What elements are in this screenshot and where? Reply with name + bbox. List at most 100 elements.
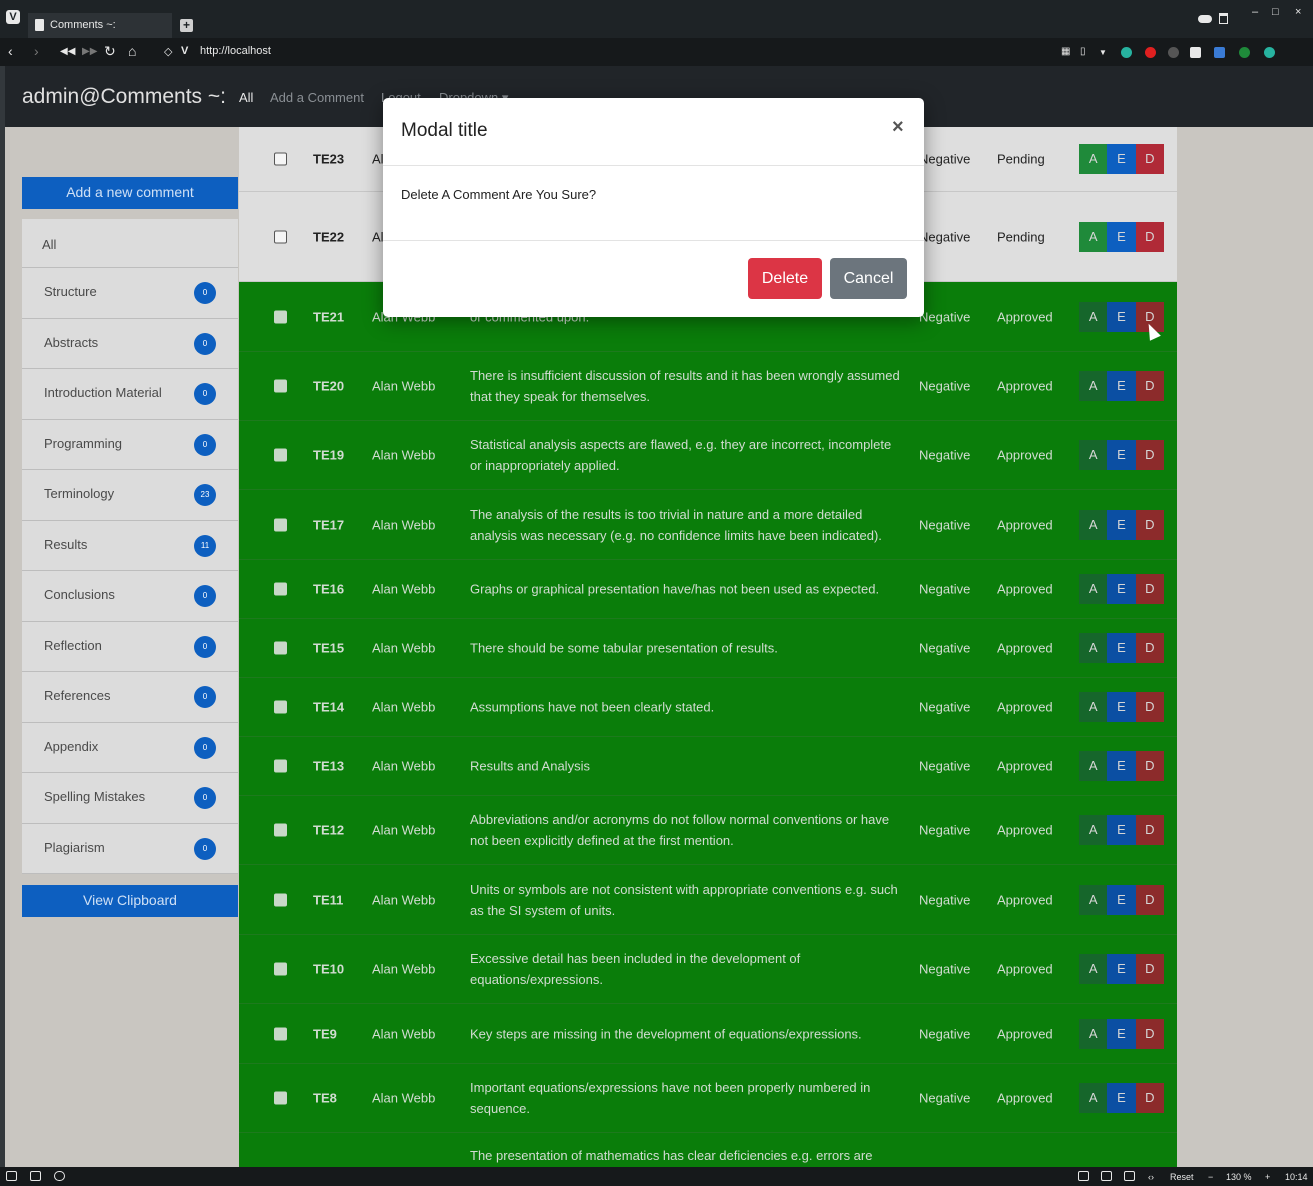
reload-icon[interactable]: ↻ [104, 43, 116, 60]
row-checkbox[interactable] [274, 152, 287, 166]
category-conclusions[interactable]: Conclusions 0 [22, 571, 238, 622]
category-abstracts[interactable]: Abstracts 0 [22, 318, 238, 369]
row-checkbox[interactable] [274, 448, 287, 462]
zoom-reset[interactable]: Reset [1170, 1172, 1194, 1182]
home-icon[interactable]: ⌂ [128, 43, 136, 59]
category-appendix[interactable]: Appendix 0 [22, 722, 238, 773]
category-results[interactable]: Results 11 [22, 520, 238, 571]
edit-button[interactable]: E [1107, 301, 1136, 332]
extension-teal-icon[interactable] [1264, 47, 1275, 58]
nav-add-comment[interactable]: Add a Comment [270, 90, 364, 105]
row-checkbox[interactable] [274, 1091, 287, 1105]
back-icon[interactable]: ‹ [8, 43, 13, 59]
delete-row-button[interactable]: D [1135, 884, 1164, 915]
browser-tab[interactable]: Comments ~: [28, 13, 172, 38]
maximize-icon[interactable]: □ [1272, 6, 1279, 18]
extension-panel-icon[interactable] [1190, 47, 1201, 58]
delete-row-button[interactable]: D [1135, 751, 1164, 781]
panel-toggle-icon[interactable] [6, 1171, 17, 1181]
dropdown-icon[interactable]: ▼ [1099, 48, 1107, 57]
row-checkbox[interactable] [274, 700, 287, 714]
approve-button[interactable]: A [1079, 815, 1108, 845]
minimize-icon[interactable]: – [1252, 6, 1258, 18]
cloud-icon[interactable] [1198, 15, 1212, 23]
category-programming[interactable]: Programming 0 [22, 419, 238, 470]
edit-button[interactable]: E [1107, 751, 1136, 781]
nav-all[interactable]: All [239, 90, 253, 105]
trash-icon[interactable] [1219, 13, 1228, 24]
new-tab-icon[interactable]: + [180, 19, 193, 32]
row-checkbox[interactable] [274, 379, 287, 393]
category-plagiarism[interactable]: Plagiarism 0 [22, 823, 238, 874]
approve-button[interactable]: A [1079, 1018, 1108, 1049]
category-references[interactable]: References 0 [22, 672, 238, 723]
cancel-button[interactable]: Cancel [830, 258, 907, 299]
category-all[interactable]: All [22, 219, 238, 268]
edit-button[interactable]: E [1107, 692, 1136, 722]
image-icon[interactable] [1124, 1171, 1135, 1181]
edit-button[interactable]: E [1107, 954, 1136, 984]
camera-icon[interactable] [1078, 1171, 1089, 1181]
extension-green-icon[interactable] [1239, 47, 1250, 58]
edit-button[interactable]: E [1107, 440, 1136, 470]
edit-button[interactable]: E [1107, 371, 1136, 401]
add-comment-button[interactable]: Add a new comment [22, 177, 238, 209]
category-reflection[interactable]: Reflection 0 [22, 621, 238, 672]
delete-row-button[interactable]: D [1135, 509, 1164, 540]
approve-button[interactable]: A [1079, 371, 1108, 401]
approve-button[interactable]: A [1079, 633, 1108, 663]
qr-code-icon[interactable]: ▦ [1061, 46, 1070, 57]
approve-button[interactable]: A [1079, 884, 1108, 915]
row-checkbox[interactable] [274, 518, 287, 531]
delete-row-button[interactable]: D [1135, 221, 1164, 252]
approve-button[interactable]: A [1079, 301, 1108, 332]
url-field[interactable]: http://localhost [200, 45, 271, 57]
approve-button[interactable]: A [1079, 221, 1108, 252]
approve-button[interactable]: A [1079, 574, 1108, 604]
zoom-out-icon[interactable]: − [1208, 1172, 1213, 1182]
edit-button[interactable]: E [1107, 884, 1136, 915]
edit-button[interactable]: E [1107, 1018, 1136, 1049]
window-icon[interactable] [1101, 1171, 1112, 1181]
extension-adblock-icon[interactable] [1145, 47, 1156, 58]
delete-row-button[interactable]: D [1135, 1083, 1164, 1113]
row-checkbox[interactable] [274, 823, 287, 837]
close-icon[interactable]: × [892, 116, 904, 139]
category-spelling-mistakes[interactable]: Spelling Mistakes 0 [22, 773, 238, 824]
zoom-in-icon[interactable]: + [1265, 1172, 1270, 1182]
extension-help-icon[interactable] [1121, 47, 1132, 58]
row-checkbox[interactable] [274, 759, 287, 773]
delete-row-button[interactable]: D [1135, 692, 1164, 722]
row-checkbox[interactable] [274, 962, 287, 976]
category-introduction-material[interactable]: Introduction Material 0 [22, 369, 238, 420]
row-checkbox[interactable] [274, 230, 287, 243]
row-checkbox[interactable] [274, 1027, 287, 1040]
bookmark-icon[interactable]: ▯ [1080, 46, 1086, 57]
approve-button[interactable]: A [1079, 692, 1108, 722]
edit-button[interactable]: E [1107, 221, 1136, 252]
edit-button[interactable]: E [1107, 815, 1136, 845]
fast-forward-icon[interactable]: ▶▶ [82, 46, 97, 57]
delete-row-button[interactable]: D [1135, 574, 1164, 604]
shield-icon[interactable]: ◇ [164, 45, 172, 58]
delete-row-button[interactable]: D [1135, 954, 1164, 984]
edit-button[interactable]: E [1107, 633, 1136, 663]
category-structure[interactable]: Structure 0 [22, 268, 238, 319]
row-checkbox[interactable] [274, 310, 287, 323]
vivaldi-logo-icon[interactable]: V [6, 10, 20, 24]
edit-button[interactable]: E [1107, 509, 1136, 540]
extension-icon[interactable] [1168, 47, 1179, 58]
category-terminology[interactable]: Terminology 23 [22, 470, 238, 521]
close-window-icon[interactable]: × [1295, 6, 1301, 18]
delete-row-button[interactable]: D [1135, 371, 1164, 401]
forward-icon[interactable]: › [34, 43, 39, 59]
approve-button[interactable]: A [1079, 509, 1108, 540]
edit-button[interactable]: E [1107, 1083, 1136, 1113]
view-clipboard-button[interactable]: View Clipboard [22, 885, 238, 917]
approve-button[interactable]: A [1079, 751, 1108, 781]
approve-button[interactable]: A [1079, 954, 1108, 984]
edit-button[interactable]: E [1107, 144, 1136, 174]
row-checkbox[interactable] [274, 893, 287, 906]
extension-window-icon[interactable] [1214, 47, 1225, 58]
approve-button[interactable]: A [1079, 440, 1108, 470]
